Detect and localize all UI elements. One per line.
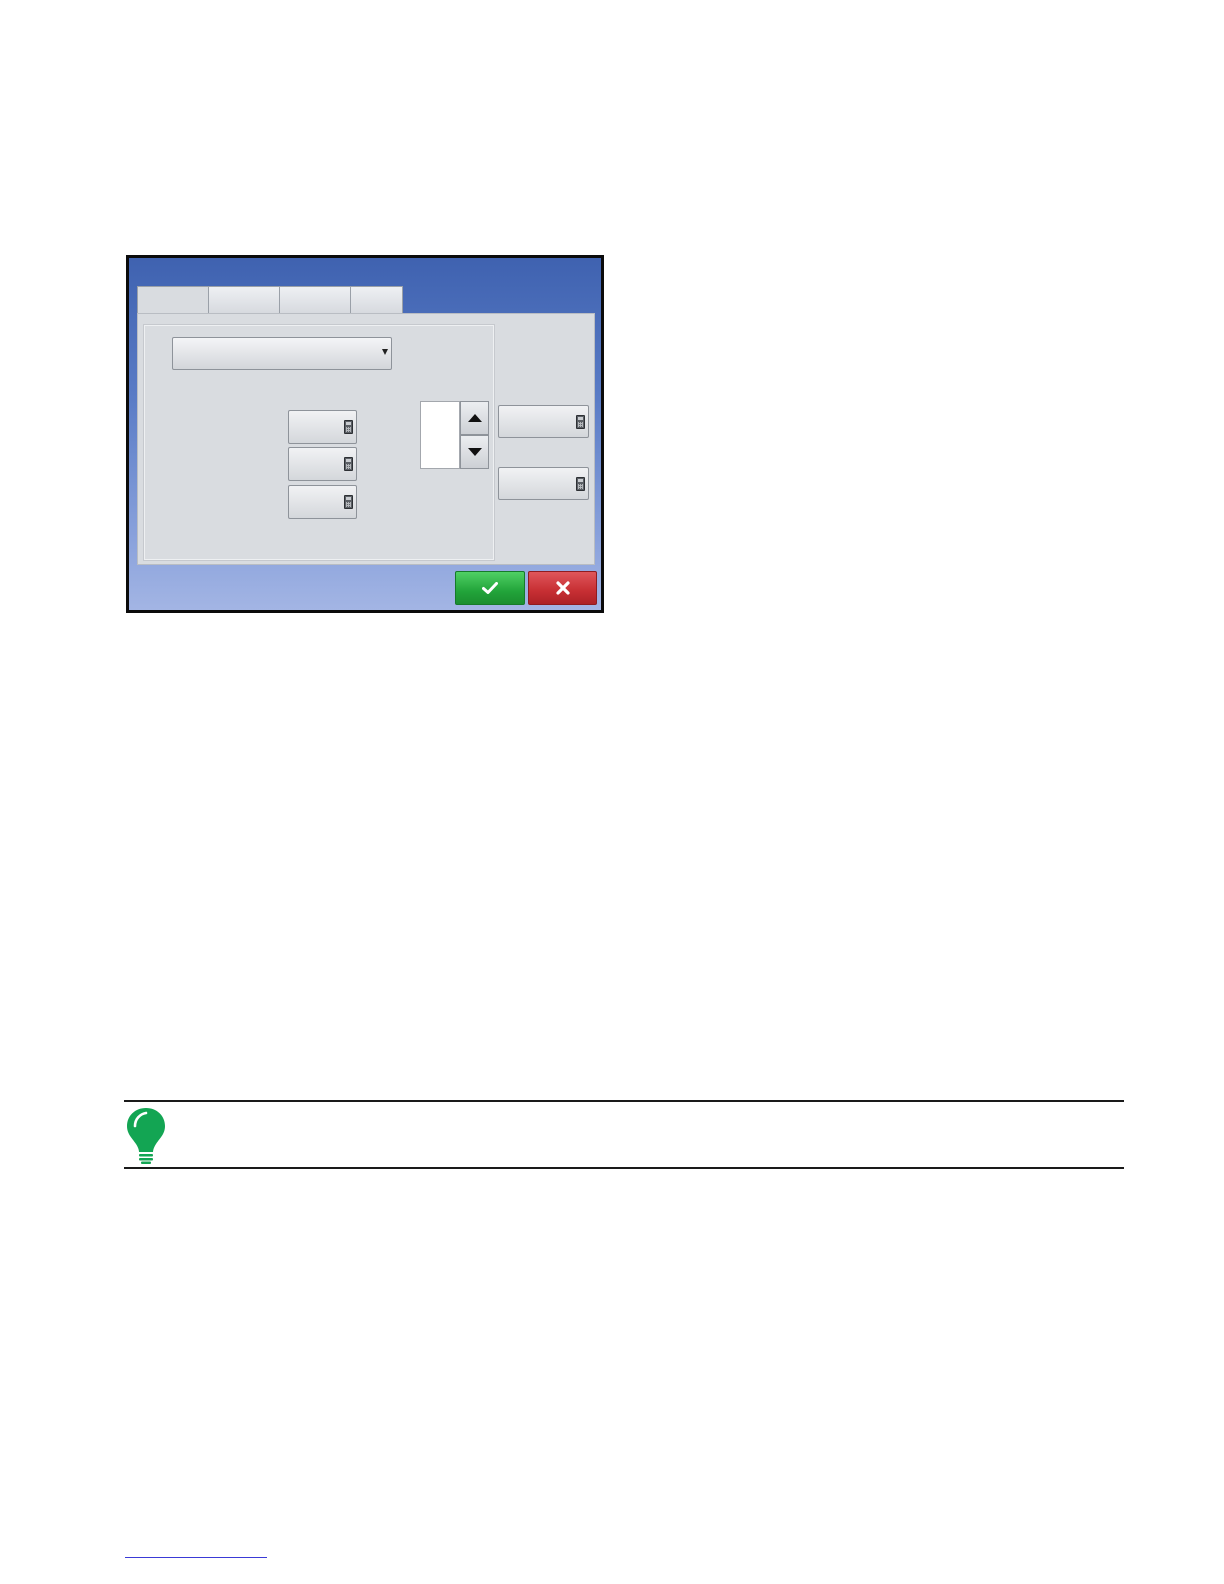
calculator-icon bbox=[344, 420, 353, 434]
note-bottom-rule bbox=[124, 1167, 1124, 1169]
chevron-down-icon bbox=[382, 349, 388, 355]
cancel-button[interactable] bbox=[528, 571, 597, 605]
numeric-field-1[interactable] bbox=[288, 410, 357, 444]
arrow-up-icon bbox=[468, 414, 482, 422]
numeric-field-4[interactable] bbox=[498, 405, 589, 438]
arrow-down-icon bbox=[468, 448, 482, 456]
tab-1[interactable] bbox=[137, 286, 208, 315]
tab-4[interactable] bbox=[350, 286, 403, 314]
spin-value-box bbox=[420, 401, 460, 469]
numeric-field-2[interactable] bbox=[288, 447, 357, 481]
numeric-field-3[interactable] bbox=[288, 485, 357, 519]
accept-button[interactable] bbox=[455, 571, 525, 605]
tab-2[interactable] bbox=[208, 286, 279, 314]
decrement-button[interactable] bbox=[460, 435, 489, 469]
checkmark-icon bbox=[482, 582, 498, 594]
tab-3[interactable] bbox=[279, 286, 350, 314]
calculator-icon bbox=[576, 477, 585, 491]
numeric-field-5[interactable] bbox=[498, 467, 589, 500]
increment-button[interactable] bbox=[460, 401, 489, 435]
device-screen bbox=[126, 255, 604, 613]
footer-link[interactable] bbox=[125, 1557, 267, 1558]
tab-panel bbox=[137, 313, 595, 565]
calculator-icon bbox=[576, 415, 585, 429]
calculator-icon bbox=[344, 495, 353, 509]
lightbulb-icon bbox=[125, 1106, 167, 1169]
config-dropdown[interactable] bbox=[172, 337, 392, 370]
note-top-rule bbox=[124, 1100, 1124, 1102]
tab-bar bbox=[137, 286, 403, 315]
calculator-icon bbox=[344, 457, 353, 471]
close-icon bbox=[555, 581, 570, 595]
